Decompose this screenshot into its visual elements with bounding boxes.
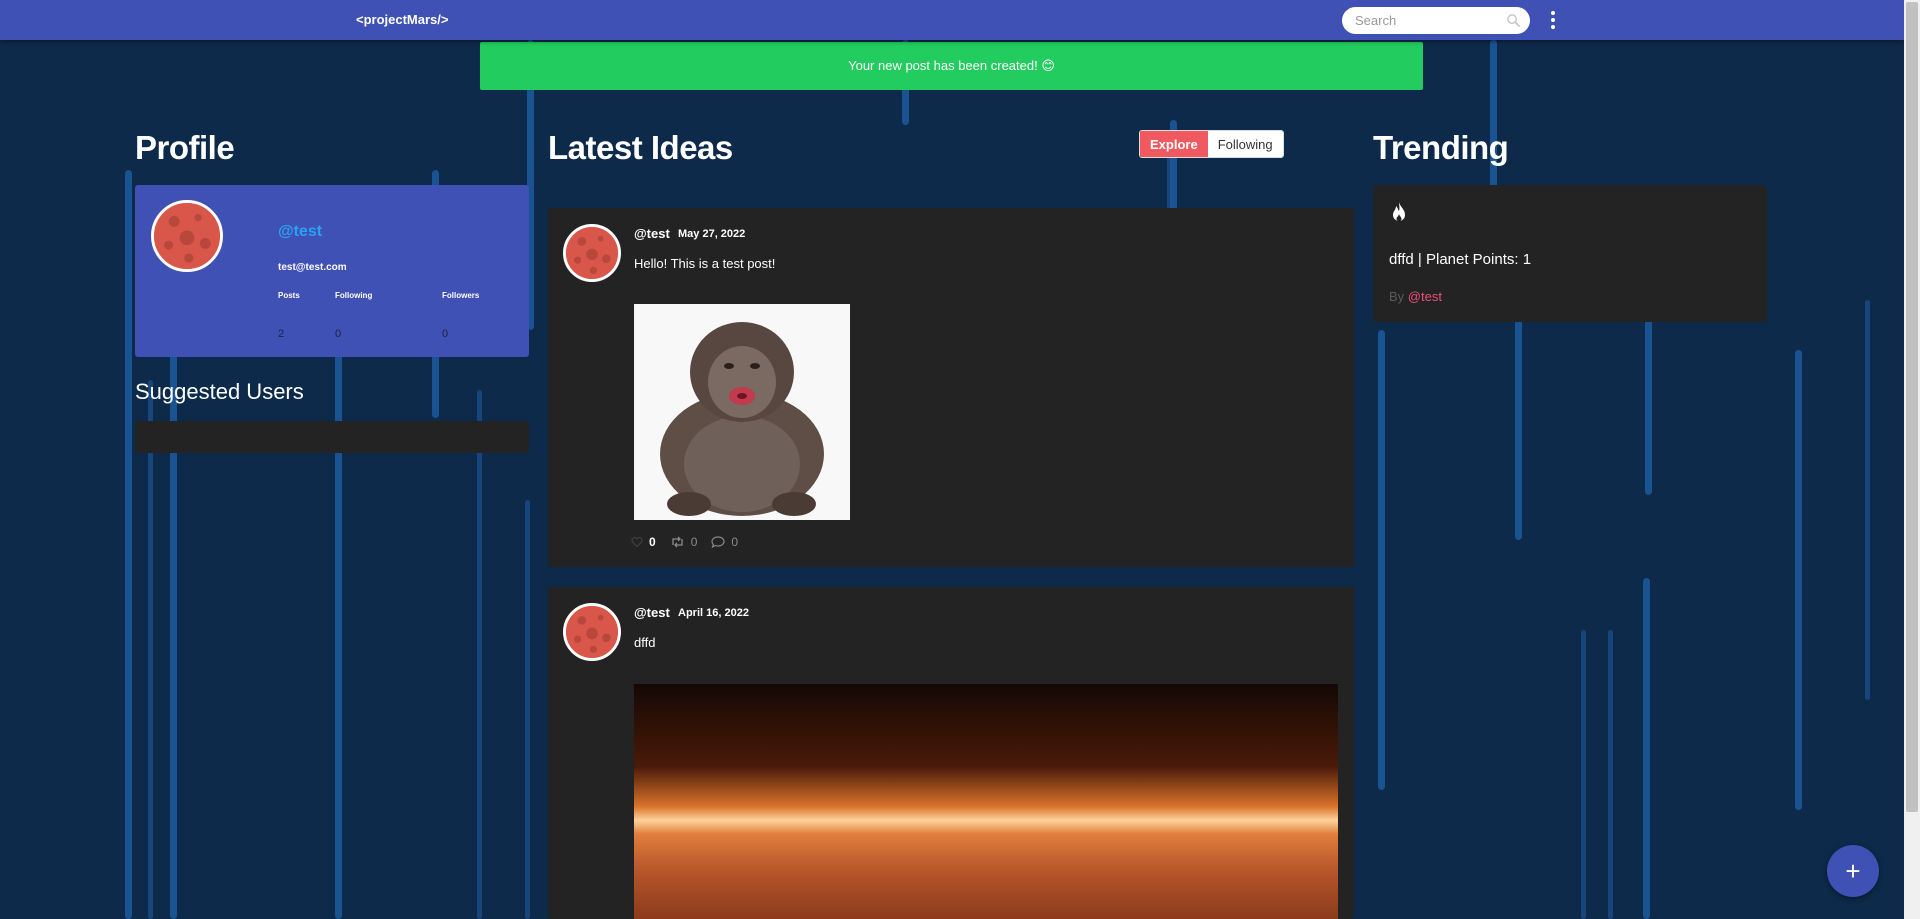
comment-icon bbox=[711, 536, 725, 548]
post-date: May 27, 2022 bbox=[678, 228, 746, 240]
profile-avatar[interactable] bbox=[151, 200, 223, 272]
planet-avatar-icon bbox=[566, 227, 618, 279]
page-scrollbar[interactable] bbox=[1904, 0, 1920, 919]
search-icon[interactable] bbox=[1506, 13, 1521, 28]
profile-handle[interactable]: @test bbox=[278, 223, 322, 241]
trending-card[interactable]: dffd | Planet Points: 1 By @test bbox=[1373, 185, 1767, 322]
trending-heading: Trending bbox=[1373, 129, 1509, 166]
stat-followers-label: Followers bbox=[442, 291, 480, 300]
top-navbar: <projectMars/> bbox=[0, 0, 1904, 40]
brand-logo[interactable]: <projectMars/> bbox=[356, 12, 449, 27]
post-image[interactable] bbox=[634, 684, 1338, 919]
profile-heading: Profile bbox=[135, 129, 235, 166]
tab-explore[interactable]: Explore bbox=[1140, 131, 1208, 157]
suggested-users-list bbox=[135, 421, 529, 453]
tab-following[interactable]: Following bbox=[1207, 131, 1283, 157]
toast-message: Your new post has been created! 😊 bbox=[848, 58, 1055, 73]
suggested-users-heading: Suggested Users bbox=[135, 379, 304, 404]
post-avatar[interactable] bbox=[563, 603, 621, 661]
fire-icon bbox=[1393, 202, 1405, 222]
profile-email: test@test.com bbox=[278, 262, 347, 273]
trending-author-handle[interactable]: @test bbox=[1408, 289, 1442, 304]
new-post-button[interactable]: + bbox=[1827, 845, 1879, 897]
stat-posts-label: Posts bbox=[278, 291, 300, 300]
post-actions: 0 0 0 bbox=[631, 535, 738, 549]
trending-by-label: By bbox=[1389, 289, 1405, 304]
planet-avatar-icon bbox=[566, 606, 618, 658]
post-username[interactable]: @test bbox=[634, 605, 670, 620]
post-username[interactable]: @test bbox=[634, 226, 670, 241]
search-box bbox=[1342, 7, 1530, 34]
trending-item-title[interactable]: dffd | Planet Points: 1 bbox=[1389, 251, 1531, 268]
like-button[interactable]: 0 bbox=[631, 535, 656, 549]
comment-count: 0 bbox=[731, 535, 739, 549]
mars-horizon-image bbox=[634, 684, 1338, 919]
post-image[interactable] bbox=[634, 304, 850, 520]
repost-button[interactable]: 0 bbox=[670, 535, 698, 549]
like-count: 0 bbox=[649, 535, 656, 549]
stat-posts-value: 2 bbox=[278, 328, 285, 340]
feed-toggle: Explore Following bbox=[1139, 130, 1284, 158]
stat-following-value: 0 bbox=[335, 328, 342, 340]
scrollbar-thumb[interactable] bbox=[1906, 2, 1918, 812]
repost-count: 0 bbox=[690, 535, 698, 549]
heart-icon bbox=[631, 537, 643, 548]
search-input[interactable] bbox=[1342, 7, 1492, 34]
post-avatar[interactable] bbox=[563, 224, 621, 282]
stat-followers-value: 0 bbox=[442, 328, 449, 340]
post-date: April 16, 2022 bbox=[678, 607, 749, 619]
orangutan-image bbox=[634, 304, 850, 520]
planet-avatar-icon bbox=[154, 203, 220, 269]
repost-icon bbox=[672, 536, 683, 548]
post-text: Hello! This is a test post! bbox=[634, 256, 776, 271]
post-text: dffd bbox=[634, 635, 656, 650]
success-toast: Your new post has been created! 😊 bbox=[480, 42, 1423, 90]
post-card[interactable]: @test May 27, 2022 Hello! This is a test… bbox=[548, 208, 1354, 567]
stat-following-label: Following bbox=[335, 291, 373, 300]
trending-author: By @test bbox=[1389, 289, 1442, 304]
post-card[interactable]: @test April 16, 2022 dffd bbox=[548, 587, 1354, 919]
comment-button[interactable]: 0 bbox=[711, 535, 738, 549]
more-options-icon[interactable] bbox=[1546, 9, 1560, 31]
feed-heading: Latest Ideas bbox=[548, 129, 733, 166]
profile-card: @test test@test.com Posts Following Foll… bbox=[135, 185, 529, 357]
